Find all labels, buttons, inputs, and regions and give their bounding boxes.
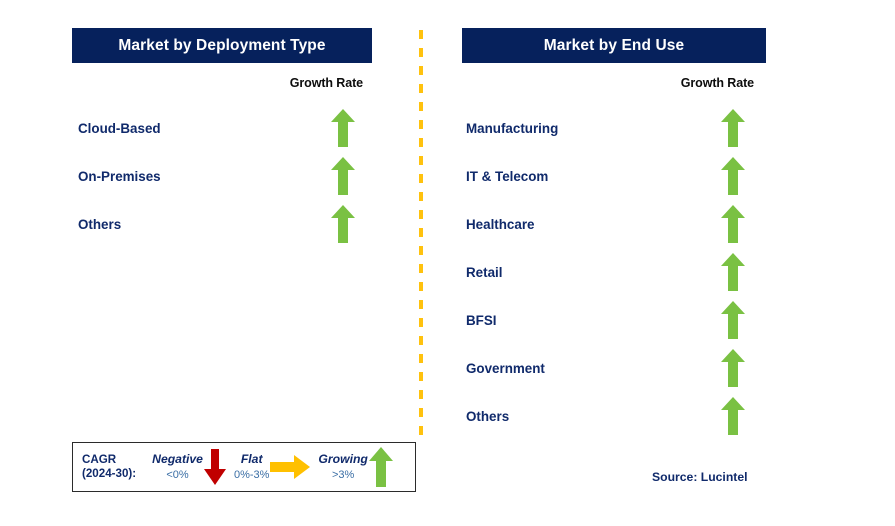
legend-term: Flat — [240, 451, 263, 466]
vertical-dashed-divider — [419, 30, 423, 436]
arrow-up-icon — [716, 396, 750, 436]
infographic-canvas: Market by Deployment Type Growth Rate Cl… — [0, 0, 895, 526]
legend-term: Negative — [152, 451, 203, 466]
segment-label: Healthcare — [466, 216, 535, 232]
segment-row: Others — [462, 392, 766, 440]
legend-item-growing: Growing >3% — [318, 443, 393, 491]
segment-label: Government — [466, 360, 545, 376]
legend-item-text: Negative <0% — [152, 452, 203, 483]
segment-label: Retail — [466, 264, 503, 280]
segment-row: Retail — [462, 248, 766, 296]
segment-row: Others — [72, 200, 372, 248]
panel-title: Market by Deployment Type — [118, 36, 326, 54]
legend-item-flat: Flat 0%-3% — [234, 443, 311, 491]
legend-item-text: Growing >3% — [318, 452, 367, 483]
legend-term: Growing — [318, 451, 368, 466]
panel-header-deployment-type: Market by Deployment Type — [72, 28, 372, 63]
legend-title: CAGR (2024-30): — [73, 453, 136, 481]
arrow-up-icon — [326, 204, 360, 244]
segment-list-deployment-type: Cloud-Based On-Premises Others — [72, 104, 372, 248]
legend-item-negative: Negative <0% — [152, 443, 227, 491]
legend-range: 0%-3% — [233, 468, 270, 481]
arrow-up-icon — [716, 300, 750, 340]
segment-row: BFSI — [462, 296, 766, 344]
legend-item-text: Flat 0%-3% — [234, 452, 269, 483]
segment-row: Cloud-Based — [72, 104, 372, 152]
segment-row: Government — [462, 344, 766, 392]
column-header-growth-rate: Growth Rate — [680, 76, 754, 90]
arrow-down-icon — [203, 447, 227, 487]
legend-range: >3% — [331, 468, 355, 481]
segment-label: Others — [466, 408, 510, 424]
panel-title: Market by End Use — [543, 36, 685, 54]
segment-row: IT & Telecom — [462, 152, 766, 200]
segment-label: Others — [78, 216, 122, 232]
column-header-growth-rate: Growth Rate — [289, 76, 363, 90]
segment-row: On-Premises — [72, 152, 372, 200]
arrow-up-icon — [326, 156, 360, 196]
arrow-right-icon — [269, 454, 311, 480]
segment-row: Manufacturing — [462, 104, 766, 152]
legend-range: <0% — [166, 468, 189, 481]
panel-end-use: Market by End Use Growth Rate Manufactur… — [462, 0, 766, 526]
segment-label: BFSI — [466, 312, 497, 328]
segment-list-end-use: Manufacturing IT & Telecom Healthcare Retai… — [462, 104, 766, 440]
arrow-up-icon — [716, 108, 750, 148]
segment-row: Healthcare — [462, 200, 766, 248]
arrow-up-icon — [326, 108, 360, 148]
panel-header-end-use: Market by End Use — [462, 28, 766, 63]
arrow-up-icon — [716, 252, 750, 292]
segment-label: On-Premises — [78, 168, 161, 184]
arrow-up-icon — [716, 156, 750, 196]
legend-title-line-2: (2024-30): — [82, 467, 137, 480]
legend-title-line-1: CAGR — [82, 452, 117, 466]
segment-label: Manufacturing — [466, 120, 559, 136]
source-note: Source: Lucintel — [652, 470, 748, 484]
arrow-up-icon — [716, 348, 750, 388]
segment-label: IT & Telecom — [466, 168, 549, 184]
segment-label: Cloud-Based — [78, 120, 161, 136]
arrow-up-icon — [368, 446, 394, 488]
arrow-up-icon — [716, 204, 750, 244]
cagr-legend: CAGR (2024-30): Negative <0% Flat 0%-3% — [72, 442, 416, 492]
